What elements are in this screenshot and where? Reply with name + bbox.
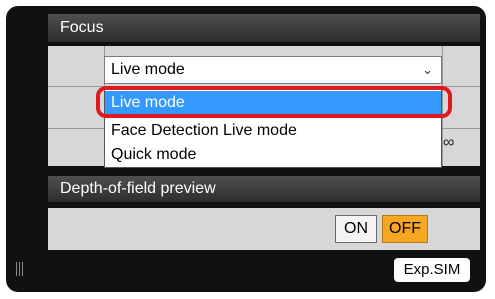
- focus-mode-select[interactable]: Live mode ⌄: [104, 56, 442, 84]
- dropdown-option-face-detection-live-mode[interactable]: Face Detection Live mode: [105, 119, 441, 143]
- exp-sim-badge: Exp.SIM: [394, 258, 470, 282]
- chevron-down-icon: ⌄: [422, 62, 433, 77]
- focus-section-header: Focus: [48, 14, 480, 42]
- selection-highlight-ring: [96, 86, 452, 118]
- grip-handle-icon[interactable]: [16, 262, 26, 276]
- dof-off-button[interactable]: OFF: [382, 215, 428, 243]
- infinity-icon: ∞: [443, 134, 455, 151]
- dof-on-button[interactable]: ON: [335, 215, 377, 243]
- dof-section-header: Depth-of-field preview: [48, 176, 480, 202]
- dropdown-option-quick-mode[interactable]: Quick mode: [105, 143, 441, 167]
- focus-mode-select-value: Live mode: [111, 61, 185, 78]
- app-frame: Focus Live mode ⌄ Live mode Face Detecti…: [0, 0, 495, 299]
